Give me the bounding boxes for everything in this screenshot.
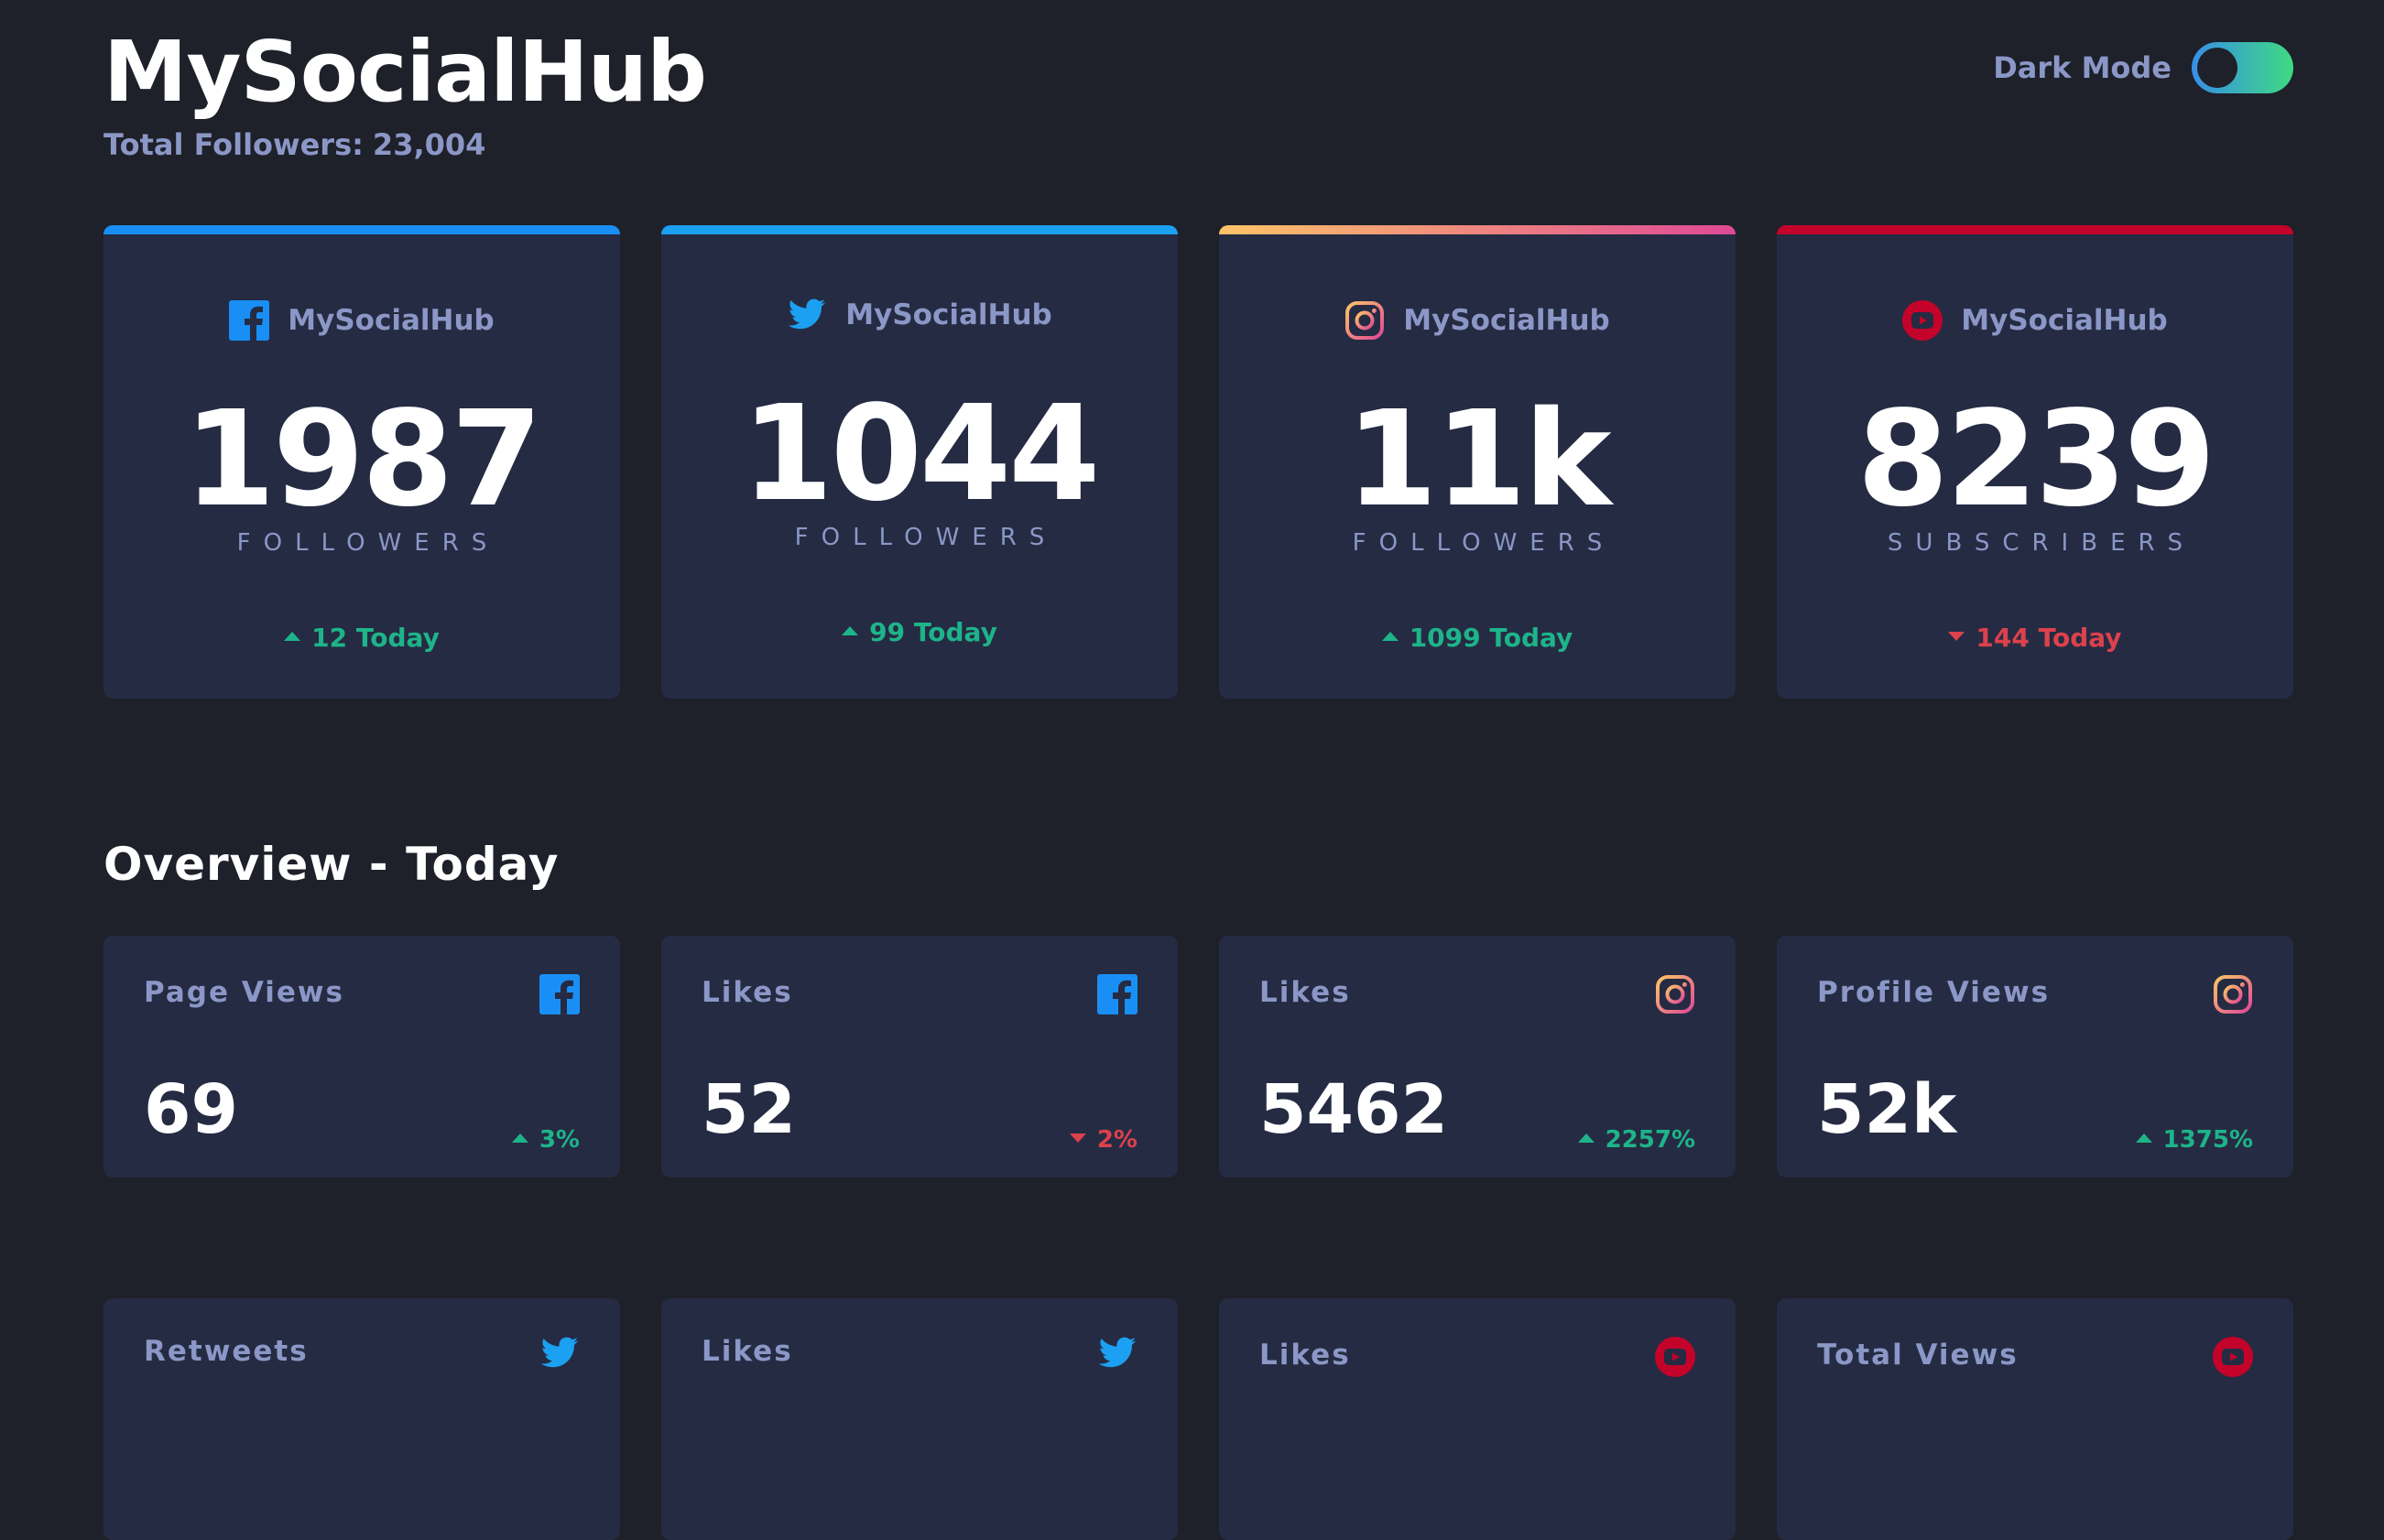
subscriber-count: 8239	[1856, 382, 2216, 536]
total-followers-value: 23,004	[372, 127, 486, 162]
card-handle: MySocialHub	[288, 304, 495, 337]
instagram-icon	[1655, 974, 1695, 1014]
overview-change-text: 1375%	[2162, 1126, 2253, 1154]
twitter-icon	[539, 1333, 580, 1373]
overview-card-label: Likes	[1259, 1339, 1351, 1372]
overview-card-facebook-likes[interactable]: Likes 52 2%	[661, 936, 1178, 1177]
overview-card-value: 5462	[1259, 1070, 1448, 1149]
overview-card-instagram-likes[interactable]: Likes 5462 2257%	[1219, 936, 1736, 1177]
daily-change-text: 12 Today	[311, 623, 440, 653]
overview-card-facebook-page-views[interactable]: Page Views 69 3%	[103, 936, 620, 1177]
overview-title: Overview - Today	[103, 838, 560, 891]
app-title: MySocialHub	[103, 23, 707, 121]
daily-change: 99 Today	[661, 617, 1178, 647]
daily-change-text: 144 Today	[1976, 623, 2122, 653]
daily-change-text: 99 Today	[869, 617, 997, 647]
overview-card-twitter-likes[interactable]: Likes	[661, 1298, 1178, 1540]
follower-label: FOLLOWERS	[236, 529, 500, 557]
dark-mode-label: Dark Mode	[1993, 50, 2172, 85]
overview-card-label: Likes	[702, 976, 793, 1009]
card-header: MySocialHub	[1777, 297, 2293, 344]
overview-card-label: Total Views	[1817, 1339, 2019, 1372]
overview-card-label: Profile Views	[1817, 976, 2051, 1009]
youtube-icon	[1902, 300, 1943, 341]
facebook-icon	[539, 974, 580, 1014]
arrow-up-icon	[284, 632, 301, 641]
dark-mode-control: Dark Mode	[1993, 40, 2293, 95]
instagram-icon	[1344, 300, 1385, 341]
overview-card-label: Likes	[1259, 976, 1351, 1009]
card-header: MySocialHub	[103, 297, 620, 344]
overview-card-change: 3%	[511, 1126, 580, 1154]
follower-label: FOLLOWERS	[794, 524, 1058, 551]
follower-count: 1987	[183, 382, 543, 536]
card-accent-bar	[1219, 225, 1736, 234]
overview-card-label: Page Views	[144, 976, 345, 1009]
daily-change: 144 Today	[1777, 623, 2293, 653]
overview-card-change: 2%	[1069, 1126, 1138, 1154]
twitter-icon	[1097, 1333, 1138, 1373]
total-followers: Total Followers: 23,004	[103, 126, 485, 163]
card-accent-bar	[103, 225, 620, 234]
arrow-up-icon	[2135, 1133, 2152, 1143]
arrow-up-icon	[842, 626, 859, 635]
card-handle: MySocialHub	[1403, 304, 1610, 337]
arrow-up-icon	[1381, 632, 1399, 641]
overview-card-value: 52	[702, 1070, 796, 1149]
arrow-down-icon	[1069, 1133, 1086, 1143]
overview-card-label: Retweets	[144, 1335, 309, 1368]
daily-change: 12 Today	[103, 623, 620, 653]
card-header: MySocialHub	[661, 291, 1178, 339]
card-handle: MySocialHub	[1961, 304, 2168, 337]
overview-card-youtube-likes[interactable]: Likes	[1219, 1298, 1736, 1540]
card-accent-bar	[661, 225, 1178, 234]
overview-card-change: 1375%	[2135, 1126, 2253, 1154]
overview-card-change: 2257%	[1577, 1126, 1695, 1154]
arrow-down-icon	[1948, 632, 1965, 641]
overview-card-instagram-profile-views[interactable]: Profile Views 52k 1375%	[1777, 936, 2293, 1177]
total-followers-label: Total Followers:	[103, 127, 364, 162]
subscriber-label: SUBSCRIBERS	[1887, 529, 2196, 557]
follower-count: 1044	[741, 376, 1101, 530]
daily-change: 1099 Today	[1219, 623, 1736, 653]
overview-card-value: 69	[144, 1070, 238, 1149]
arrow-up-icon	[511, 1133, 528, 1143]
overview-change-text: 2%	[1096, 1126, 1138, 1154]
youtube-subscribers-card[interactable]: MySocialHub 8239 SUBSCRIBERS 144 Today	[1777, 225, 2293, 699]
overview-card-twitter-retweets[interactable]: Retweets	[103, 1298, 620, 1540]
toggle-knob	[2197, 48, 2237, 88]
overview-change-text: 2257%	[1605, 1126, 1695, 1154]
instagram-followers-card[interactable]: MySocialHub 11k FOLLOWERS 1099 Today	[1219, 225, 1736, 699]
arrow-up-icon	[1577, 1133, 1595, 1143]
youtube-icon	[2213, 1337, 2253, 1377]
card-handle: MySocialHub	[845, 298, 1052, 331]
overview-card-value: 52k	[1817, 1070, 1957, 1149]
twitter-followers-card[interactable]: MySocialHub 1044 FOLLOWERS 99 Today	[661, 225, 1178, 699]
overview-change-text: 3%	[539, 1126, 580, 1154]
dashboard: MySocialHub Total Followers: 23,004 Dark …	[103, 0, 2293, 1540]
twitter-icon	[787, 295, 827, 335]
follower-label: FOLLOWERS	[1352, 529, 1616, 557]
overview-card-youtube-total-views[interactable]: Total Views	[1777, 1298, 2293, 1540]
youtube-icon	[1655, 1337, 1695, 1377]
facebook-icon	[229, 300, 270, 341]
card-header: MySocialHub	[1219, 297, 1736, 344]
overview-card-label: Likes	[702, 1335, 793, 1368]
card-accent-bar	[1777, 225, 2293, 234]
daily-change-text: 1099 Today	[1409, 623, 1573, 653]
follower-count: 11k	[1345, 382, 1611, 536]
dark-mode-toggle[interactable]	[2192, 42, 2293, 93]
facebook-followers-card[interactable]: MySocialHub 1987 FOLLOWERS 12 Today	[103, 225, 620, 699]
facebook-icon	[1097, 974, 1138, 1014]
instagram-icon	[2213, 974, 2253, 1014]
